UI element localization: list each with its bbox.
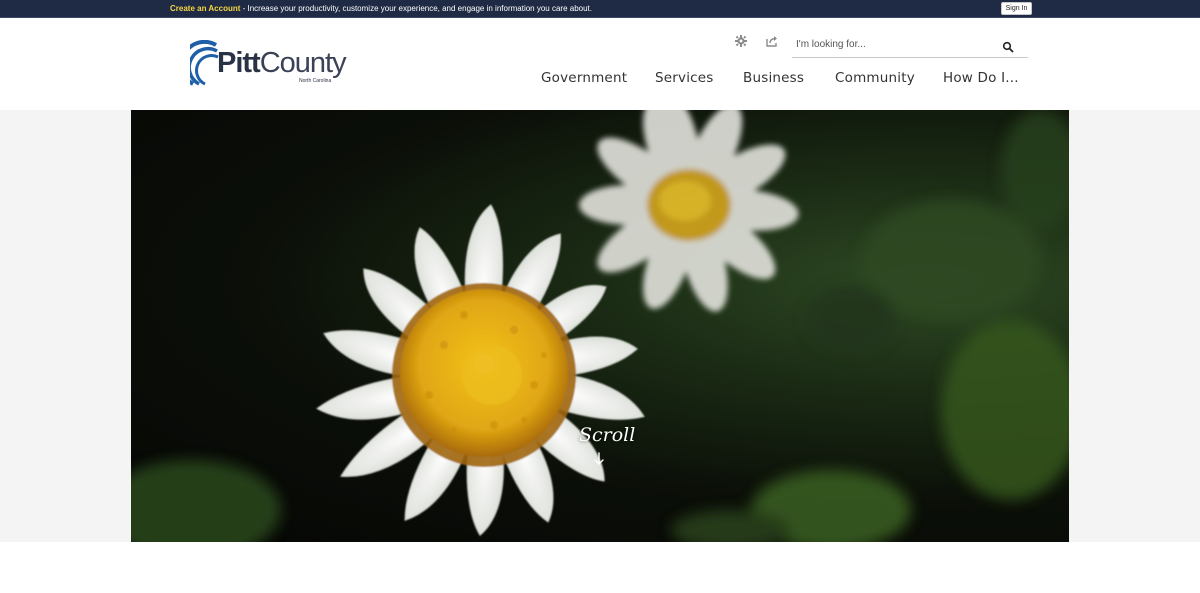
nav-item-business[interactable]: Business — [743, 70, 804, 86]
search-icon[interactable] — [1002, 40, 1014, 53]
gear-icon[interactable] — [734, 34, 748, 48]
account-benefit-text: - Increase your productivity, customize … — [240, 4, 592, 13]
nav-item-government[interactable]: Government — [541, 70, 627, 86]
daisy-photo — [131, 110, 1069, 542]
scroll-down-cue[interactable]: Scroll — [577, 424, 635, 468]
nav-item-community[interactable]: Community — [835, 70, 915, 86]
account-message: Create an Account - Increase your produc… — [170, 4, 592, 13]
logo-name-bold: Pitt — [217, 47, 261, 79]
create-account-link[interactable]: Create an Account — [170, 4, 240, 13]
hero-image: Scroll — [131, 110, 1069, 542]
nav-item-services[interactable]: Services — [655, 70, 714, 86]
scroll-arrow-icon — [594, 452, 604, 465]
nav-item-how-do-i[interactable]: How Do I... — [943, 70, 1019, 86]
sign-in-button[interactable]: Sign In — [1001, 2, 1032, 15]
site-header: PittCounty North Carolina I'm looking fo… — [0, 18, 1200, 110]
logo-wordmark: PittCounty — [217, 47, 347, 80]
logo-name-rest: County — [259, 47, 347, 79]
search-input[interactable] — [796, 34, 996, 54]
pitt-county-logo[interactable]: PittCounty North Carolina — [190, 40, 360, 88]
scroll-label: Scroll — [579, 424, 636, 446]
account-bar: Create an Account - Increase your produc… — [0, 0, 1200, 18]
content-area — [0, 542, 1200, 593]
share-icon[interactable] — [765, 34, 779, 48]
site-search — [792, 32, 1028, 58]
logo-state: North Carolina — [299, 78, 332, 84]
